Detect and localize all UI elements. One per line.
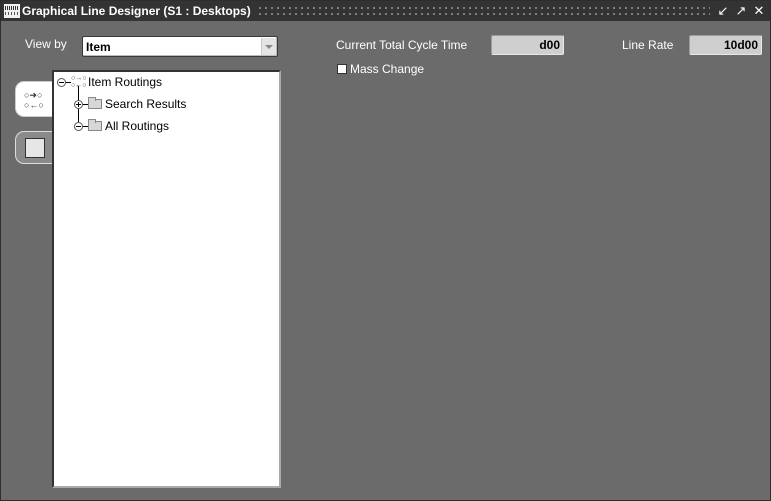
view-by-select[interactable]: Item xyxy=(82,36,278,57)
close-icon[interactable]: ✕ xyxy=(752,4,766,18)
expand-icon[interactable] xyxy=(74,99,83,109)
chevron-down-icon[interactable] xyxy=(261,38,276,55)
collapse-icon[interactable] xyxy=(74,121,83,131)
graphical-view-tab[interactable] xyxy=(15,131,53,164)
graph-canvas-icon xyxy=(25,138,45,158)
mass-change-checkbox[interactable] xyxy=(337,64,347,74)
cycle-time-label: Current Total Cycle Time xyxy=(336,38,468,52)
title-bar-grip[interactable] xyxy=(256,5,710,17)
minimize-icon[interactable]: ↙ xyxy=(716,4,730,18)
tree-node-label: Search Results xyxy=(105,97,187,111)
app-window: Graphical Line Designer (S1 : Desktops) … xyxy=(0,0,771,501)
folder-icon xyxy=(88,97,102,109)
routing-tree[interactable]: ○→○ ○←○ Item Routings Search Results All … xyxy=(52,70,281,488)
tree-node-label: All Routings xyxy=(105,119,170,133)
collapse-icon[interactable] xyxy=(57,77,66,87)
title-bar[interactable]: Graphical Line Designer (S1 : Desktops) … xyxy=(1,1,770,21)
view-by-label: View by xyxy=(25,37,67,51)
app-logo-icon xyxy=(4,4,20,18)
maximize-icon[interactable]: ↗ xyxy=(734,4,748,18)
mass-change-label: Mass Change xyxy=(350,62,425,76)
view-by-value: Item xyxy=(86,40,111,54)
window-title: Graphical Line Designer (S1 : Desktops) xyxy=(22,4,251,18)
routing-icon: ○→○ ○←○ xyxy=(71,75,87,89)
cycle-time-field: d00 xyxy=(491,35,564,55)
tree-node-label: Item Routings xyxy=(88,75,163,89)
tree-node-all-routings[interactable]: All Routings xyxy=(74,119,169,133)
routing-flow-icon: ○➜○ ○←○ xyxy=(24,90,44,110)
line-rate-label: Line Rate xyxy=(622,38,674,52)
tree-node-item-routings[interactable]: ○→○ ○←○ Item Routings xyxy=(57,75,162,89)
line-rate-field: 10d00 xyxy=(689,35,762,55)
folder-icon xyxy=(88,119,102,131)
routing-tree-tab[interactable]: ○➜○ ○←○ xyxy=(15,81,53,117)
tree-node-search-results[interactable]: Search Results xyxy=(74,97,186,111)
